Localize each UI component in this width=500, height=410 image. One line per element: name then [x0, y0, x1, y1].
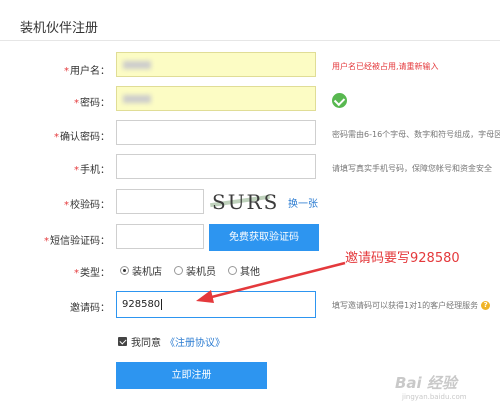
arrow-shaft: [199, 261, 346, 302]
annotation-arrow: [196, 261, 346, 303]
watermark-logo: Bai 经验: [395, 374, 457, 392]
arrow-head: [196, 290, 214, 303]
watermark-url: jingyan.baidu.com: [402, 393, 467, 401]
